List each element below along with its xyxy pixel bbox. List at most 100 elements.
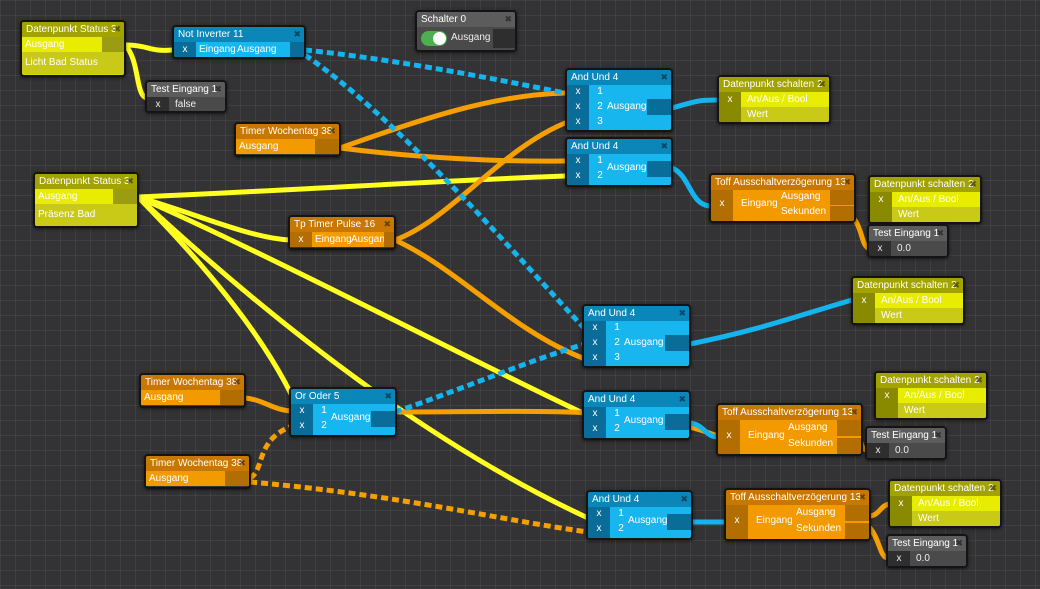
input-port-3[interactable]: x bbox=[588, 352, 602, 363]
input-port[interactable]: x bbox=[147, 97, 169, 111]
input-port-2[interactable]: x bbox=[571, 101, 585, 112]
close-icon[interactable]: ✖ bbox=[818, 77, 826, 92]
output-port-2[interactable] bbox=[845, 523, 869, 539]
wire-and4c-dps2c[interactable] bbox=[687, 297, 855, 347]
close-icon[interactable]: ✖ bbox=[233, 375, 241, 390]
output-port-1[interactable] bbox=[837, 420, 861, 436]
node-title[interactable]: Test Eingang 1 ✖ bbox=[869, 226, 947, 241]
node-title[interactable]: Datenpunkt schalten 2 ✖ bbox=[876, 373, 986, 388]
input-port-1[interactable]: x bbox=[571, 86, 585, 97]
input-port[interactable]: x bbox=[730, 515, 744, 526]
close-icon[interactable]: ✖ bbox=[680, 492, 688, 507]
node-title[interactable]: Tp Timer Pulse 16 ✖ bbox=[290, 217, 394, 232]
wire-timer38c-or5-dashed[interactable] bbox=[248, 423, 293, 481]
node-timer-wochentag[interactable]: Timer Wochentag 38 ✖ Ausgang bbox=[234, 122, 341, 157]
node-title[interactable]: Timer Wochentag 38 ✖ bbox=[146, 456, 249, 471]
node-datenpunkt-schalten-a[interactable]: Datenpunkt schalten 2 ✖ x An/Aus / Bool We… bbox=[717, 75, 831, 124]
close-icon[interactable]: ✖ bbox=[328, 124, 336, 139]
close-icon[interactable]: ✖ bbox=[504, 12, 512, 27]
node-title[interactable]: Or Oder 5 ✖ bbox=[291, 389, 395, 404]
close-icon[interactable]: ✖ bbox=[955, 536, 963, 551]
node-timer-wochentag-b[interactable]: Timer Wochentag 38 ✖ Ausgang bbox=[139, 373, 246, 408]
output-port[interactable] bbox=[225, 471, 249, 486]
node-toff-ausschalt-a[interactable]: Toff Ausschaltverzögerung 13 ✖ x Eingang … bbox=[709, 173, 856, 223]
wire-and4a-dps2a[interactable] bbox=[669, 97, 721, 111]
node-and-und-e[interactable]: And Und 4 ✖ x x 1 2 Ausgang bbox=[586, 490, 693, 540]
close-icon[interactable]: ✖ bbox=[113, 22, 121, 37]
node-tp-timer-pulse[interactable]: Tp Timer Pulse 16✖ xEingangAusgang bbox=[288, 215, 396, 250]
input-port-2[interactable]: x bbox=[571, 170, 585, 181]
node-or-oder[interactable]: Or Oder 5 ✖ x x 1 2 Ausgang bbox=[289, 387, 397, 437]
node-title[interactable]: Schalter 0 ✖ bbox=[417, 12, 515, 27]
node-datenpunkt-status-praesenz[interactable]: Datenpunkt Status 3 ✖ Ausgang Präsenz Bad bbox=[33, 172, 139, 228]
node-datenpunkt-schalten-c[interactable]: Datenpunkt schalten 2 ✖ x An/Aus / Bool We… bbox=[851, 276, 965, 325]
node-title[interactable]: Timer Wochentag 38 ✖ bbox=[141, 375, 244, 390]
close-icon[interactable]: ✖ bbox=[384, 389, 392, 404]
node-test-eingang[interactable]: Test Eingang 1 ✖ x false bbox=[145, 80, 227, 113]
output-port[interactable] bbox=[113, 189, 137, 204]
input-port-2[interactable]: x bbox=[588, 337, 602, 348]
node-schalter[interactable]: Schalter 0 ✖ Ausgang bbox=[415, 10, 517, 52]
input-port-2[interactable]: x bbox=[592, 523, 606, 534]
node-and-und-d[interactable]: And Und 4 ✖ x x 1 2 Ausgang bbox=[582, 390, 691, 440]
close-icon[interactable]: ✖ bbox=[660, 139, 668, 154]
wire-toff13c-dps2e[interactable] bbox=[867, 501, 893, 519]
input-port[interactable]: x bbox=[869, 241, 891, 256]
output-port[interactable] bbox=[493, 29, 515, 48]
node-title[interactable]: And Und 4 ✖ bbox=[584, 306, 689, 321]
input-port-1[interactable]: x bbox=[592, 508, 606, 519]
input-port[interactable]: x bbox=[719, 92, 741, 107]
toggle-switch[interactable] bbox=[421, 31, 447, 46]
wire-timer38a-and4b[interactable] bbox=[337, 145, 568, 164]
close-icon[interactable]: ✖ bbox=[214, 82, 222, 97]
output-port[interactable] bbox=[290, 42, 304, 57]
close-icon[interactable]: ✖ bbox=[850, 405, 858, 420]
node-title[interactable]: Timer Wochentag 38 ✖ bbox=[236, 124, 339, 139]
close-icon[interactable]: ✖ bbox=[293, 27, 301, 42]
output-port[interactable] bbox=[647, 99, 671, 115]
node-test-eingang-d[interactable]: Test Eingang 1 ✖ x 0.0 bbox=[886, 534, 968, 568]
node-title[interactable]: Datenpunkt schalten 2 ✖ bbox=[870, 177, 980, 192]
node-title[interactable]: Datenpunkt schalten 2 ✖ bbox=[719, 77, 829, 92]
node-title[interactable]: Datenpunkt schalten 2 ✖ bbox=[890, 481, 1000, 496]
output-port[interactable] bbox=[665, 335, 689, 351]
input-port[interactable]: x bbox=[290, 232, 312, 247]
output-port[interactable] bbox=[647, 161, 671, 177]
node-title[interactable]: And Und 4 ✖ bbox=[567, 70, 671, 85]
wire-dp3b-and4b[interactable] bbox=[135, 173, 568, 200]
output-port[interactable] bbox=[384, 232, 394, 247]
node-datenpunkt-schalten-d[interactable]: Datenpunkt schalten 2 ✖ x An/Aus / Bool We… bbox=[874, 371, 988, 420]
wire-dp3b-or5[interactable] bbox=[135, 194, 295, 399]
close-icon[interactable]: ✖ bbox=[975, 373, 983, 388]
wire-and4b-toff13a[interactable] bbox=[669, 165, 713, 209]
close-icon[interactable]: ✖ bbox=[934, 428, 942, 443]
node-title[interactable]: Test Eingang 1 ✖ bbox=[147, 82, 225, 97]
close-icon[interactable]: ✖ bbox=[238, 456, 246, 471]
output-port-2[interactable] bbox=[830, 206, 854, 221]
input-port-1[interactable]: x bbox=[588, 408, 602, 419]
input-port[interactable]: x bbox=[867, 443, 889, 458]
node-title[interactable]: Datenpunkt Status 3 ✖ bbox=[22, 22, 124, 37]
node-title[interactable]: Datenpunkt Status 3 ✖ bbox=[35, 174, 137, 189]
node-test-eingang-c[interactable]: Test Eingang 1 ✖ x 0.0 bbox=[865, 426, 947, 460]
wire-timer38b-or5[interactable] bbox=[242, 395, 295, 414]
node-toff-ausschalt-b[interactable]: Toff Ausschaltverzögerung 13 ✖ x Eingang … bbox=[716, 403, 863, 456]
output-port[interactable] bbox=[102, 37, 124, 52]
output-port[interactable] bbox=[315, 139, 339, 154]
node-title[interactable]: Not Inverter 11 ✖ bbox=[174, 27, 304, 42]
input-port[interactable]: x bbox=[174, 42, 196, 57]
output-port-1[interactable] bbox=[845, 505, 869, 521]
close-icon[interactable]: ✖ bbox=[660, 70, 668, 85]
input-port-1[interactable]: x bbox=[588, 322, 602, 333]
wire-tp16-and4c[interactable] bbox=[392, 237, 588, 362]
input-port-2[interactable]: x bbox=[295, 420, 309, 431]
node-datenpunkt-schalten-e[interactable]: Datenpunkt schalten 2 ✖ x An/Aus / Bool We… bbox=[888, 479, 1002, 528]
close-icon[interactable]: ✖ bbox=[678, 392, 686, 407]
wire-dp3a-not11[interactable] bbox=[122, 42, 175, 53]
node-title[interactable]: Test Eingang 1 ✖ bbox=[888, 536, 966, 551]
node-and-und-b[interactable]: And Und 4 ✖ x x 1 2 Ausgang bbox=[565, 137, 673, 187]
close-icon[interactable]: ✖ bbox=[936, 226, 944, 241]
input-port-1[interactable]: x bbox=[295, 405, 309, 416]
node-test-eingang-b[interactable]: Test Eingang 1 ✖ x 0.0 bbox=[867, 224, 949, 258]
node-title[interactable]: And Und 4 ✖ bbox=[567, 139, 671, 154]
